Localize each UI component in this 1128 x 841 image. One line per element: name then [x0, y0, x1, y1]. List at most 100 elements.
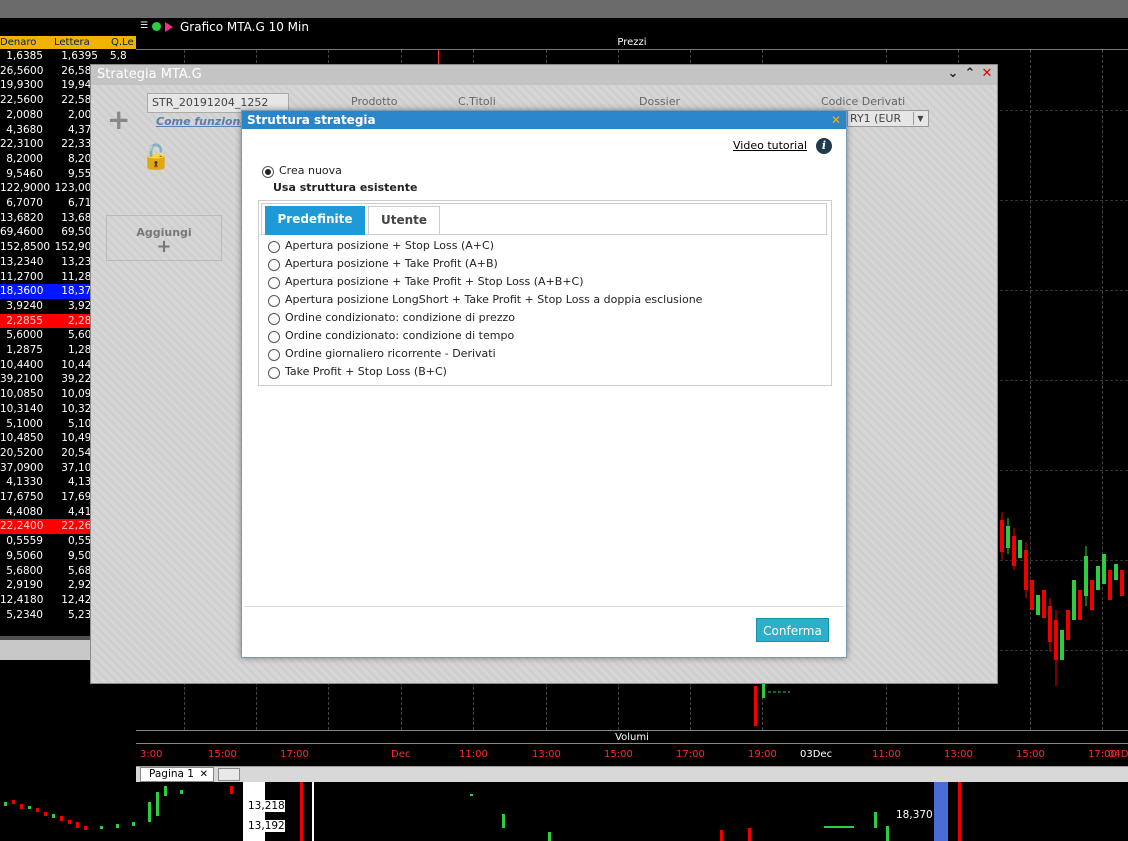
- use-existing-label: Usa struttura esistente: [273, 181, 418, 194]
- bid-value: 1,2875: [6, 344, 43, 356]
- bid-value: 1,6385: [6, 50, 43, 62]
- col-ctitoli: C.Titoli: [458, 95, 496, 108]
- header-lettera[interactable]: Lettera: [54, 36, 90, 49]
- bottom-charts: 13,218 13,192 18,370: [0, 782, 1128, 841]
- bid-value: 22,5600: [0, 94, 44, 107]
- option-radio[interactable]: [268, 295, 280, 307]
- bid-value: 18,3600: [0, 285, 44, 298]
- time-tick: 11:00: [872, 749, 901, 760]
- volumi-header: Volumi: [136, 730, 1128, 744]
- chevron-down-icon[interactable]: ▼: [913, 112, 927, 125]
- bid-value: 37,0900: [0, 461, 44, 474]
- time-tick: 17:00: [676, 749, 705, 760]
- time-tick: 17:00: [280, 749, 309, 760]
- option-radio[interactable]: [268, 277, 280, 289]
- price-label: 13,218: [248, 800, 285, 812]
- tab-label: Pagina 1: [149, 768, 194, 780]
- option-label[interactable]: Apertura posizione LongShort + Take Prof…: [285, 293, 702, 306]
- header-qle[interactable]: Q.Le: [111, 36, 134, 49]
- close-icon[interactable]: ✕: [831, 111, 841, 129]
- ask-value: 1,6395: [61, 50, 98, 62]
- bid-value: 152,8500: [0, 241, 51, 254]
- bid-value: 10,4400: [0, 358, 44, 371]
- option-label[interactable]: Apertura posizione + Take Profit + Stop …: [285, 275, 584, 288]
- col-dossier: Dossier: [639, 95, 681, 108]
- bid-value: 13,2340: [0, 255, 44, 268]
- dialog-title-bar: Struttura strategia ✕: [242, 111, 846, 129]
- time-tick: 19:00: [748, 749, 777, 760]
- quote-row[interactable]: 1,6385 1,6395 5,8: [0, 49, 136, 64]
- desktop: ☰ Grafico MTA.G 10 Min Prezzi Volumi 3:0…: [0, 0, 1128, 841]
- bid-value: 5,2340: [6, 608, 43, 621]
- time-tick: Dec: [391, 749, 411, 760]
- tab-utente[interactable]: Utente: [368, 206, 440, 235]
- option-radio[interactable]: [268, 331, 280, 343]
- time-tick: 11:00: [459, 749, 488, 760]
- bid-value: 4,3680: [6, 123, 43, 136]
- close-window-icon[interactable]: ✕: [979, 67, 995, 82]
- video-tutorial-link[interactable]: Video tutorial: [733, 139, 807, 152]
- price-label: 18,370: [896, 809, 933, 821]
- bid-value: 122,9000: [0, 182, 51, 195]
- radio-crea-nuova[interactable]: [262, 166, 274, 178]
- col-prodotto: Prodotto: [351, 95, 398, 108]
- select-value: RY1 (EUR: [850, 112, 902, 125]
- bid-value: 3,9240: [6, 299, 43, 312]
- bid-value: 5,1000: [6, 417, 43, 430]
- structure-tabs: Predefinite Utente Apertura posizione + …: [258, 200, 832, 386]
- quotes-header: Denaro Lettera Q.Le: [0, 36, 136, 49]
- option-label[interactable]: Ordine giornaliero ricorrente - Derivati: [285, 347, 496, 360]
- option-label[interactable]: Take Profit + Stop Loss (B+C): [285, 365, 447, 378]
- plus-icon: +: [156, 236, 172, 257]
- bid-value: 5,6000: [6, 329, 43, 342]
- option-radio[interactable]: [268, 367, 280, 379]
- bid-value: 6,7070: [6, 197, 43, 209]
- option-radio[interactable]: [268, 313, 280, 325]
- menu-icon[interactable]: ☰: [140, 22, 149, 31]
- minimize-icon[interactable]: ⌄: [945, 67, 961, 82]
- maximize-icon[interactable]: ⌃: [962, 67, 978, 82]
- option-radio[interactable]: [268, 259, 280, 271]
- bid-value: 19,9300: [0, 79, 44, 92]
- bid-value: 12,4180: [0, 593, 44, 606]
- page-tab-strip: Pagina 1 ✕: [136, 766, 1128, 782]
- option-label[interactable]: Ordine condizionato: condizione di tempo: [285, 329, 514, 342]
- option-radio[interactable]: [268, 349, 280, 361]
- time-tick: 04D: [1108, 749, 1128, 760]
- aggiungi-button[interactable]: Aggiungi +: [106, 215, 222, 261]
- price-label: 13,192: [248, 820, 285, 832]
- structure-dialog: Struttura strategia ✕ Video tutorial i C…: [241, 110, 847, 658]
- tab-pagina-1[interactable]: Pagina 1 ✕: [140, 767, 214, 782]
- option-label[interactable]: Apertura posizione + Take Profit (A+B): [285, 257, 498, 270]
- header-denaro[interactable]: Denaro: [0, 36, 36, 49]
- add-page-icon[interactable]: [218, 768, 240, 781]
- how-it-works-link[interactable]: Come funziona: [156, 115, 248, 128]
- bid-value: 69,4600: [0, 226, 44, 239]
- conferma-button[interactable]: Conferma: [756, 618, 829, 642]
- bid-value: 9,5060: [6, 549, 43, 562]
- bid-value: 10,4850: [0, 432, 44, 445]
- bid-value: 4,1330: [6, 476, 43, 489]
- top-toolbar: [0, 0, 1128, 18]
- bid-value: 10,3140: [0, 402, 44, 415]
- bid-value: 39,2100: [0, 373, 44, 386]
- strategy-title: Strategia MTA.G: [97, 67, 202, 82]
- close-tab-icon[interactable]: ✕: [200, 768, 208, 781]
- add-icon[interactable]: +: [107, 103, 130, 136]
- derivati-select[interactable]: RY1 (EUR ▼: [847, 110, 929, 127]
- bid-value: 8,2000: [6, 152, 43, 165]
- bid-value: 2,0080: [6, 108, 43, 121]
- unlock-icon[interactable]: 🔓: [141, 143, 171, 171]
- option-label[interactable]: Ordine condizionato: condizione di prezz…: [285, 311, 515, 324]
- option-radio[interactable]: [268, 241, 280, 253]
- bid-value: 10,0850: [0, 388, 44, 401]
- info-icon[interactable]: i: [816, 138, 832, 154]
- time-axis: 3:00 15:00 17:00 Dec 11:00 13:00 15:00 1…: [136, 744, 1128, 766]
- chart-title-text: Grafico MTA.G 10 Min: [180, 20, 309, 34]
- option-label[interactable]: Apertura posizione + Stop Loss (A+C): [285, 239, 494, 252]
- bid-value: 9,5460: [6, 167, 43, 180]
- crea-nuova-label: Crea nuova: [279, 164, 342, 177]
- tab-predefinite[interactable]: Predefinite: [265, 206, 365, 235]
- play-icon[interactable]: [165, 22, 173, 32]
- bid-value: 2,9190: [6, 579, 43, 592]
